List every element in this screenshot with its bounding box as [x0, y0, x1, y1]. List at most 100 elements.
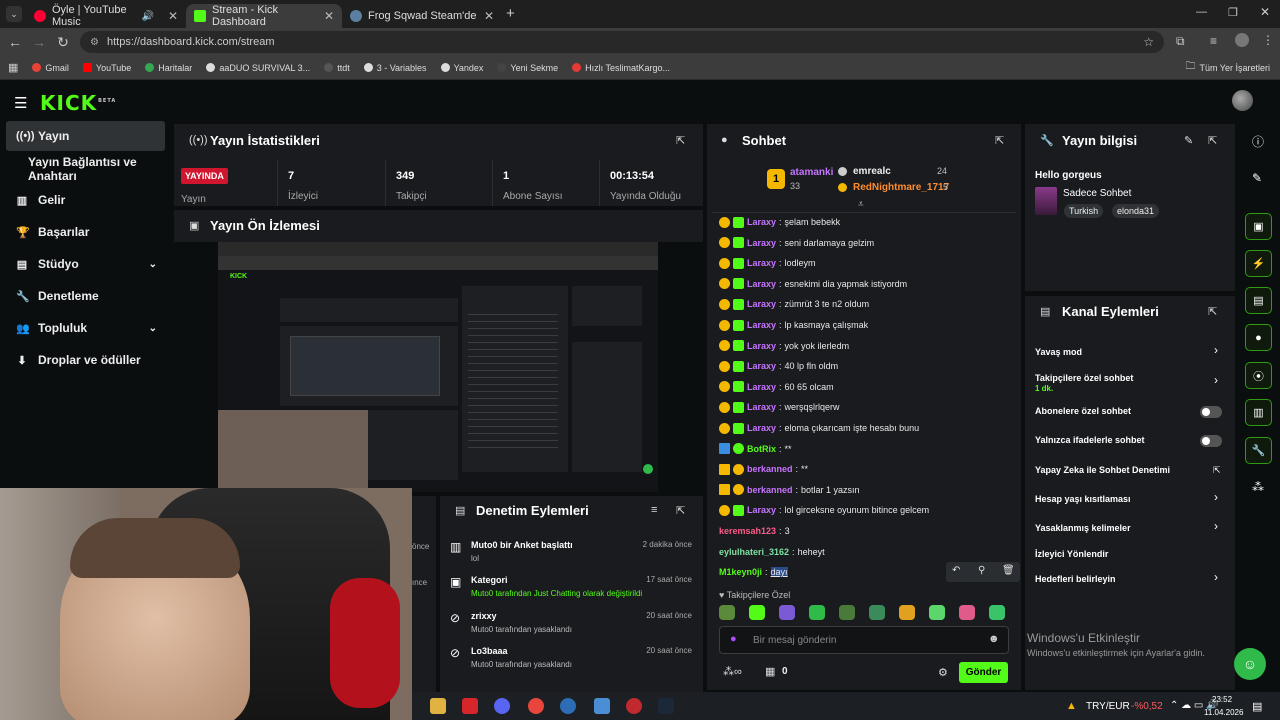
chat-username[interactable]: Laraxy [747, 238, 776, 248]
bookmark-variables[interactable]: 3 - Variables [363, 63, 427, 73]
chat-message[interactable]: Laraxy: eloma çıkarıcam işte hesabı bunu [719, 419, 919, 437]
channel-action-label[interactable]: Abonelere özel sohbet [1035, 406, 1131, 416]
discord-icon[interactable] [494, 698, 510, 714]
close-window-icon[interactable]: ✕ [1260, 5, 1270, 19]
chat-message[interactable]: Laraxy: şelam bebekk [719, 213, 840, 231]
microphone-icon[interactable]: ● [730, 633, 737, 645]
channel-action-label[interactable]: Hedefleri belirleyin [1035, 574, 1116, 584]
chat-username[interactable]: berkanned [747, 464, 793, 474]
chat-username[interactable]: Laraxy [747, 505, 776, 515]
chevron-right-icon[interactable]: › [1214, 373, 1218, 387]
bookmark-youtube[interactable]: YouTube [82, 63, 131, 73]
chat-input[interactable]: ● Bir mesaj gönderin ☻ [719, 626, 1009, 654]
minimize-icon[interactable]: — [1196, 6, 1207, 18]
pin-icon[interactable]: ⚲ [978, 565, 985, 576]
chat-username[interactable]: keremsah123 [719, 526, 776, 536]
reload-icon[interactable]: ↻ [51, 34, 75, 51]
chat-username[interactable]: M1keyn0ji [719, 567, 762, 577]
obs-icon[interactable] [626, 698, 642, 714]
notifications-icon[interactable]: ▤ [1252, 700, 1262, 713]
emoji-icon[interactable]: ☻ [988, 633, 1000, 645]
chat-message[interactable]: Laraxy: yok yok ilerledm [719, 337, 849, 355]
bookmark-star-icon[interactable]: ☆ [1143, 35, 1154, 49]
gift-icon[interactable]: ▦ [765, 665, 775, 678]
channel-action-label[interactable]: Yavaş mod [1035, 347, 1082, 357]
back-icon[interactable]: ← [3, 34, 27, 50]
chat-message[interactable]: Laraxy: lodleym [719, 254, 816, 272]
chat-username[interactable]: Laraxy [747, 320, 776, 330]
forward-icon[interactable]: → [27, 34, 51, 50]
sidebar-item-revenue[interactable]: ▥ Gelir [6, 185, 165, 215]
delete-icon[interactable]: 🗑 [1002, 565, 1015, 576]
user-avatar[interactable] [1232, 90, 1253, 111]
bookmark-duo[interactable]: aaDUO SURVIVAL 3... [206, 63, 310, 73]
tab-search-button[interactable]: ⌄ [6, 6, 22, 22]
toggle-switch[interactable] [1200, 435, 1222, 447]
maximize-icon[interactable]: ❐ [1228, 6, 1238, 19]
emote-icon[interactable] [779, 605, 795, 620]
chat-message[interactable]: Laraxy: lp kasmaya çalışmak [719, 316, 868, 334]
chat-username[interactable]: BotRix [747, 444, 776, 454]
sidebar-item-moderation[interactable]: 🔧 Denetleme [6, 281, 165, 311]
chat-username[interactable]: Laraxy [747, 258, 776, 268]
sidebar-item-stream-key[interactable]: Yayın Bağlantısı ve Anahtarı [18, 154, 168, 184]
chat-message[interactable]: M1keyn0ji: dayı [719, 563, 788, 581]
bookmark-maps[interactable]: Haritalar [145, 63, 192, 73]
chat-message[interactable]: berkanned: ** [719, 460, 808, 478]
file-explorer-icon[interactable] [430, 698, 446, 714]
chat-username[interactable]: Laraxy [747, 341, 776, 351]
all-bookmarks[interactable]: 🗀 Tüm Yer İşaretleri [1185, 59, 1270, 76]
chevron-right-icon[interactable]: › [1214, 343, 1218, 357]
media-control-icon[interactable]: ≡ [1210, 34, 1217, 48]
steam-icon[interactable] [658, 698, 674, 714]
popout-icon[interactable]: ⇱ [676, 134, 685, 147]
chat-username[interactable]: Laraxy [747, 382, 776, 392]
tab-steam[interactable]: Frog Sqwad Steam'de ✕ [342, 4, 502, 28]
close-tab-icon[interactable]: ✕ [168, 9, 178, 23]
category-name[interactable]: Sadece Sohbet [1063, 188, 1131, 199]
chat-message[interactable]: Laraxy:60 65 olcam [719, 378, 834, 396]
chevron-right-icon[interactable]: › [1214, 490, 1218, 504]
chat-message[interactable]: Laraxy: werşqşlrlqerw [719, 398, 840, 416]
chat-message[interactable]: berkanned: botlar 1 yazsın [719, 481, 860, 499]
emote-icon[interactable] [719, 605, 735, 620]
chat-icon[interactable]: ● [1245, 324, 1272, 351]
url-field[interactable]: ⚙ https://dashboard.kick.com/stream ☆ [80, 31, 1164, 53]
chat-message[interactable]: eylulhateri_3162: heheyt [719, 543, 825, 561]
channel-action-label[interactable]: Yalnızca ifadelerle sohbet [1035, 435, 1145, 445]
stream-preview-video[interactable]: KICK [218, 242, 658, 492]
emote-icon[interactable] [929, 605, 945, 620]
sidebar-item-stream[interactable]: ((•)) Yayın [6, 121, 165, 151]
chat-username[interactable]: Laraxy [747, 361, 776, 371]
chat-username[interactable]: berkanned [747, 485, 793, 495]
emote-icon[interactable] [899, 605, 915, 620]
chat-settings-icon[interactable]: ⚙ [938, 666, 948, 679]
browser-icon[interactable] [560, 698, 576, 714]
chat-username[interactable]: eylulhateri_3162 [719, 547, 789, 557]
speaker-icon[interactable]: 🔊 [141, 11, 153, 22]
profile-icon[interactable] [1235, 33, 1249, 47]
bookmark-cargo[interactable]: Hızlı TeslimatKargo... [572, 63, 670, 73]
popout-icon[interactable]: ⇱ [1208, 134, 1217, 147]
chat-message[interactable]: Laraxy: seni darlamaya gelzim [719, 234, 874, 252]
chat-message[interactable]: Laraxy:40 lp fln oldm [719, 357, 838, 375]
leader-name[interactable]: emrealc [853, 166, 891, 177]
app-icon[interactable] [462, 698, 478, 714]
apps-icon[interactable]: ▦ [8, 61, 18, 74]
channel-action-label[interactable]: Yapay Zeka ile Sohbet Denetimi [1035, 465, 1170, 475]
notes-icon[interactable]: ▤ [1245, 287, 1272, 314]
emote-icon[interactable] [749, 605, 765, 620]
chat-message[interactable]: Laraxy: lol girceksne oyunum bitince gelc… [719, 501, 929, 519]
chat-message[interactable]: BotRix: ** [719, 440, 792, 458]
emote-icon[interactable] [839, 605, 855, 620]
reply-icon[interactable]: ↶ [952, 565, 960, 576]
edit-icon[interactable]: ✎ [1184, 134, 1193, 147]
bookmark-new-tab[interactable]: Yeni Sekme [497, 63, 558, 73]
close-tab-icon[interactable]: ✕ [324, 9, 334, 23]
chat-message[interactable]: keremsah123:3 [719, 522, 790, 540]
info-icon[interactable]: ⓘ [1252, 133, 1264, 150]
emote-icon[interactable] [869, 605, 885, 620]
chat-username[interactable]: Laraxy [747, 423, 776, 433]
moderation-item[interactable]: ⊘ zrixxy Muto0 tarafından yasaklandı 20 saa… [450, 611, 698, 645]
moderation-item[interactable]: ▣ Kategori Muto0 tarafından Just Chatting … [450, 575, 698, 609]
